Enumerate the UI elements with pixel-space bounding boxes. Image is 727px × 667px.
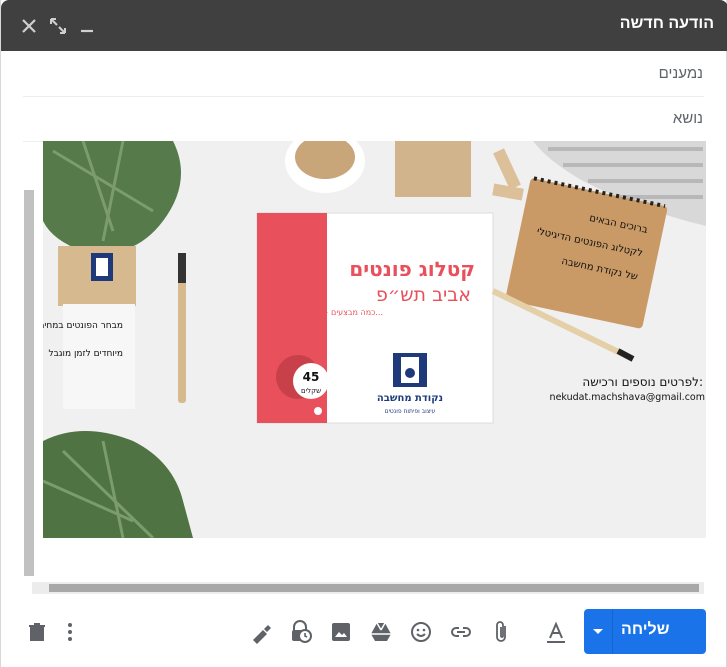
link-icon[interactable] <box>449 620 473 644</box>
catalog-image: מבחר הפונטים במחירים מיוחדים לזמן מוגבל … <box>43 141 706 538</box>
send-divider <box>612 609 613 654</box>
note-text: מיוחדים לזמן מוגבל <box>49 349 123 359</box>
embedded-image: מבחר הפונטים במחירים מיוחדים לזמן מוגבל … <box>43 141 706 538</box>
contact-email: nekudat.machshava@gmail.com <box>550 392 705 403</box>
subject-field[interactable]: נושא <box>23 97 704 142</box>
note-text: מבחר הפונטים במחירים <box>43 321 123 331</box>
catalog-book: 45 שקלים קטלוג פונטים אביב תש״פ + כמה מב… <box>256 212 494 424</box>
recipients-label: נמענים <box>658 65 703 82</box>
send-options-icon[interactable] <box>584 609 612 654</box>
brand-name: נקודת מחשבה <box>377 393 443 404</box>
price-unit: שקלים <box>301 387 321 395</box>
pen-cap <box>178 253 186 283</box>
attach-icon[interactable] <box>489 620 513 644</box>
drive-icon[interactable] <box>369 620 393 644</box>
minimize-icon[interactable] <box>78 16 98 36</box>
send-button[interactable]: שליחה <box>584 609 706 654</box>
cardboard-box <box>395 141 471 197</box>
compose-title-bar: הודעה חדשה <box>1 0 727 51</box>
expand-icon[interactable] <box>48 16 68 36</box>
formatting-icon[interactable] <box>544 620 568 644</box>
horizontal-scrollbar[interactable] <box>32 582 704 594</box>
confidential-icon[interactable] <box>289 620 313 644</box>
send-label: שליחה <box>621 621 670 638</box>
recipients-field[interactable]: נמענים <box>23 52 704 97</box>
catalog-note: + כמה מבצעים... <box>322 308 383 317</box>
brand-tagline: עיצוב ופיתוח פונטים <box>385 408 436 415</box>
horizontal-scroll-thumb[interactable] <box>49 584 699 592</box>
emoji-icon[interactable] <box>409 620 433 644</box>
more-options-icon[interactable] <box>58 620 82 644</box>
contact-label: לפרטים נוספים ורכישה: <box>582 375 703 389</box>
catalog-subtitle: אביב תש״פ <box>376 284 471 306</box>
compose-title: הודעה חדשה <box>619 15 714 32</box>
subject-label: נושא <box>672 110 703 127</box>
signature-icon[interactable] <box>249 620 273 644</box>
compose-window: הודעה חדשה נמענים נושא מבחר הפונטים במחי… <box>0 0 727 667</box>
vertical-scrollbar[interactable] <box>24 190 34 576</box>
catalog-title: קטלוג פונטים <box>349 257 475 281</box>
price-number: 45 <box>303 370 320 384</box>
insert-photo-icon[interactable] <box>329 620 353 644</box>
close-icon[interactable] <box>19 16 39 36</box>
delete-icon[interactable] <box>25 620 49 644</box>
